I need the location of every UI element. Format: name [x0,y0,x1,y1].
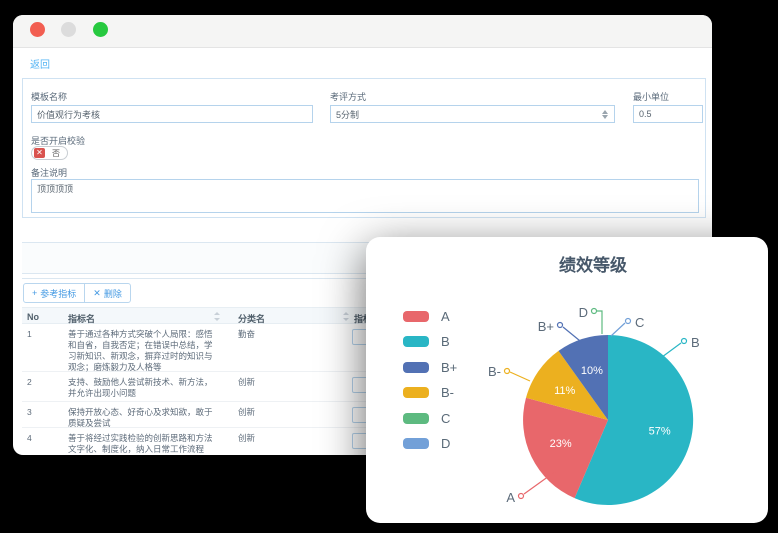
template-name-input[interactable] [31,105,313,123]
svg-text:B: B [691,335,700,350]
method-select-value: 5分制 [336,108,602,121]
pie-chart[interactable]: 57% 23% 11% 10% B+ D C B [366,237,768,523]
min-unit-label: 最小单位 [633,90,669,103]
close-button[interactable] [30,22,45,37]
window-titlebar [13,15,712,48]
validation-toggle[interactable]: ✕ 否 [31,146,68,160]
pie-percent-label: 23% [550,438,572,450]
performance-chart-card: 绩效等级 A B B+ B- C D 57%23%11%10% B+ D [366,237,768,523]
pie-label-c: C [611,315,644,336]
row-no: 2 [27,377,32,388]
pie-percent-label: 11% [554,385,575,397]
col-no-header: No [27,312,39,322]
minimize-button[interactable] [61,22,76,37]
row-category: 创新 [238,433,255,444]
row-category: 创新 [238,377,255,388]
remark-textarea[interactable]: 顶顶顶顶 [31,179,699,213]
row-name: 保持开放心态、好奇心及求知欲，敢于质疑及尝试 [68,407,216,429]
pie-percent-label: 57% [649,426,671,438]
svg-text:B+: B+ [538,319,554,334]
toggle-off-icon: ✕ [34,148,45,158]
svg-text:A: A [506,490,515,505]
svg-text:B-: B- [488,364,501,379]
desktop-background: 返回 模板名称 考评方式 5分制 最小单位 是否开启校验 ✕ 否 备注说明 顶顶… [0,0,778,533]
row-category: 创新 [238,407,255,418]
select-caret-icon [602,110,609,119]
row-no: 4 [27,433,32,444]
toggle-state-label: 否 [45,148,67,159]
form-panel: 模板名称 考评方式 5分制 最小单位 是否开启校验 ✕ 否 备注说明 顶顶顶顶 [22,78,706,218]
row-name: 善于通过各种方式突破个人局限：感悟和自省，自我否定；在错误中总结，学习新知识、新… [68,329,216,373]
row-category: 勤奋 [238,329,255,340]
row-name: 善于将经过实践检验的创新思路和方法文字化、制度化，纳入日常工作流程 [68,433,216,455]
row-name: 支持、鼓励他人尝试新技术、新方法，并允许出现小问题 [68,377,216,399]
back-link[interactable]: 返回 [30,56,50,71]
svg-text:D: D [579,305,588,320]
template-name-label: 模板名称 [31,90,67,103]
plus-icon: + [32,288,37,298]
table-toolbar: +参考指标 ✕删除 [23,283,131,303]
x-icon: ✕ [93,288,101,299]
add-indicator-button[interactable]: +参考指标 [23,283,85,303]
row-no: 3 [27,407,32,418]
method-label: 考评方式 [330,90,366,103]
zoom-button[interactable] [93,22,108,37]
row-no: 1 [27,329,32,340]
method-select[interactable]: 5分制 [330,105,615,123]
pie-percent-label: 10% [581,365,603,377]
pie-label-d: D [579,305,602,334]
pie-label-a: A [506,471,556,505]
sort-category-icon[interactable] [343,312,350,321]
svg-text:C: C [635,315,644,330]
pie-label-bminus: B- [488,364,530,381]
remark-label: 备注说明 [31,166,67,179]
sort-name-icon[interactable] [214,312,221,321]
min-unit-input[interactable] [633,105,703,123]
delete-button[interactable]: ✕删除 [84,283,131,303]
pie-slices[interactable] [523,335,693,505]
